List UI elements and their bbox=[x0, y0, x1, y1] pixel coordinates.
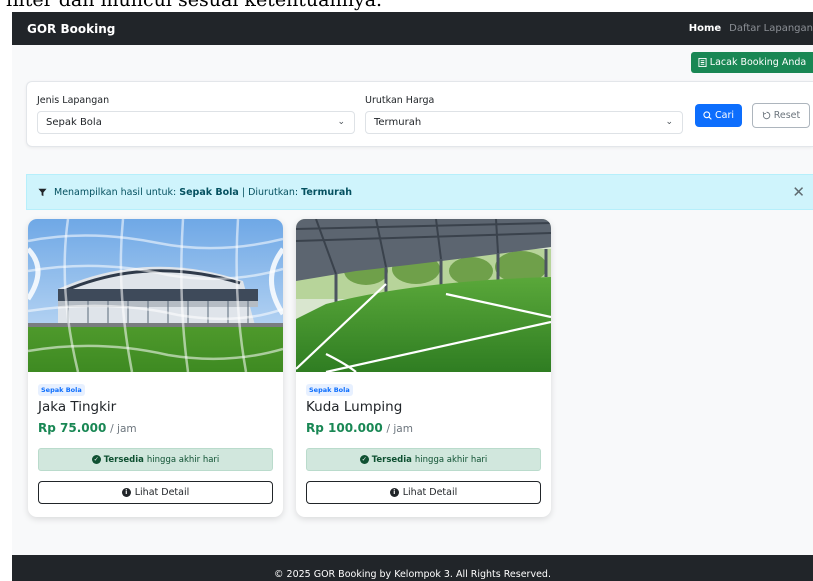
filter-form: Jenis Lapangan Sepak Bola ⌄ Urutkan Harg… bbox=[26, 81, 813, 147]
field-card: Sepak Bola Kuda Lumping Rp 100.000 / jam… bbox=[296, 219, 551, 517]
category-badge: Sepak Bola bbox=[38, 384, 85, 396]
availability-badge: ✓ Tersedia hingga akhir hari bbox=[38, 448, 273, 471]
availability-status: Tersedia bbox=[103, 454, 144, 465]
availability-note: hingga akhir hari bbox=[414, 454, 488, 465]
chevron-down-icon: ⌄ bbox=[665, 117, 673, 127]
brand-logo[interactable]: GOR Booking bbox=[27, 22, 115, 36]
availability-badge: ✓ Tersedia hingga akhir hari bbox=[306, 448, 541, 471]
info-circle-icon: i bbox=[389, 488, 399, 497]
view-detail-button[interactable]: i Lihat Detail bbox=[306, 481, 541, 504]
track-booking-label: Lacak Booking Anda bbox=[709, 57, 807, 68]
field-type-label: Jenis Lapangan bbox=[37, 95, 110, 106]
search-button-label: Cari bbox=[715, 110, 734, 121]
info-circle-icon: i bbox=[121, 488, 131, 497]
main-content: Lacak Booking Anda Jenis Lapangan Sepak … bbox=[12, 45, 813, 555]
price: Rp 75.000 bbox=[38, 421, 107, 435]
footer-copyright: © 2025 GOR Booking by Kelompok 3. All Ri… bbox=[274, 569, 551, 580]
view-detail-label: Lihat Detail bbox=[402, 487, 458, 498]
field-name: Kuda Lumping bbox=[306, 399, 403, 415]
field-name: Jaka Tingkir bbox=[38, 399, 117, 415]
availability-note: hingga akhir hari bbox=[146, 454, 220, 465]
document-caption-strip: filter dan muncul sesuai ketentuannya. bbox=[0, 0, 813, 12]
price-line: Rp 100.000 / jam bbox=[306, 421, 413, 435]
alert-prefix: Menampilkan hasil untuk: bbox=[54, 186, 177, 198]
close-icon[interactable]: ✕ bbox=[792, 183, 805, 201]
alert-text: Menampilkan hasil untuk: Sepak Bola | Di… bbox=[54, 187, 352, 198]
category-badge: Sepak Bola bbox=[306, 384, 353, 396]
reset-button[interactable]: Reset bbox=[752, 103, 810, 128]
availability-status: Tersedia bbox=[371, 454, 412, 465]
sort-price-value: Termurah bbox=[374, 117, 422, 128]
view-detail-button[interactable]: i Lihat Detail bbox=[38, 481, 273, 504]
navbar: GOR Booking Home Daftar Lapangan bbox=[12, 12, 813, 45]
nav-link-home[interactable]: Home bbox=[689, 23, 721, 34]
sort-price-label: Urutkan Harga bbox=[365, 95, 435, 106]
reset-button-label: Reset bbox=[773, 110, 801, 121]
nav-links: Home Daftar Lapangan bbox=[689, 12, 813, 45]
reset-icon bbox=[762, 111, 770, 120]
check-circle-icon: ✓ bbox=[359, 455, 369, 464]
price: Rp 100.000 bbox=[306, 421, 383, 435]
alert-sort: Termurah bbox=[301, 186, 352, 198]
nav-link-daftar-lapangan[interactable]: Daftar Lapangan bbox=[729, 23, 813, 34]
price-line: Rp 75.000 / jam bbox=[38, 421, 137, 435]
alert-type: Sepak Bola bbox=[179, 186, 239, 198]
check-circle-icon: ✓ bbox=[91, 455, 101, 464]
receipt-icon bbox=[698, 58, 707, 67]
track-booking-button[interactable]: Lacak Booking Anda bbox=[691, 52, 813, 73]
chevron-down-icon: ⌄ bbox=[337, 117, 345, 127]
filter-result-alert: Menampilkan hasil untuk: Sepak Bola | Di… bbox=[26, 174, 813, 210]
search-icon bbox=[703, 111, 712, 120]
field-image bbox=[28, 219, 283, 372]
field-card: Sepak Bola Jaka Tingkir Rp 75.000 / jam … bbox=[28, 219, 283, 517]
view-detail-label: Lihat Detail bbox=[134, 487, 190, 498]
document-caption-text: filter dan muncul sesuai ketentuannya. bbox=[6, 0, 383, 11]
price-unit: / jam bbox=[386, 423, 413, 435]
filter-icon bbox=[38, 188, 47, 196]
footer: © 2025 GOR Booking by Kelompok 3. All Ri… bbox=[12, 555, 813, 581]
price-unit: / jam bbox=[110, 423, 137, 435]
field-image bbox=[296, 219, 551, 372]
alert-separator: | Diurutkan: bbox=[241, 186, 299, 198]
search-button[interactable]: Cari bbox=[695, 104, 742, 127]
field-type-select[interactable]: Sepak Bola ⌄ bbox=[37, 111, 355, 134]
field-type-value: Sepak Bola bbox=[46, 117, 102, 128]
sort-price-select[interactable]: Termurah ⌄ bbox=[365, 111, 683, 134]
